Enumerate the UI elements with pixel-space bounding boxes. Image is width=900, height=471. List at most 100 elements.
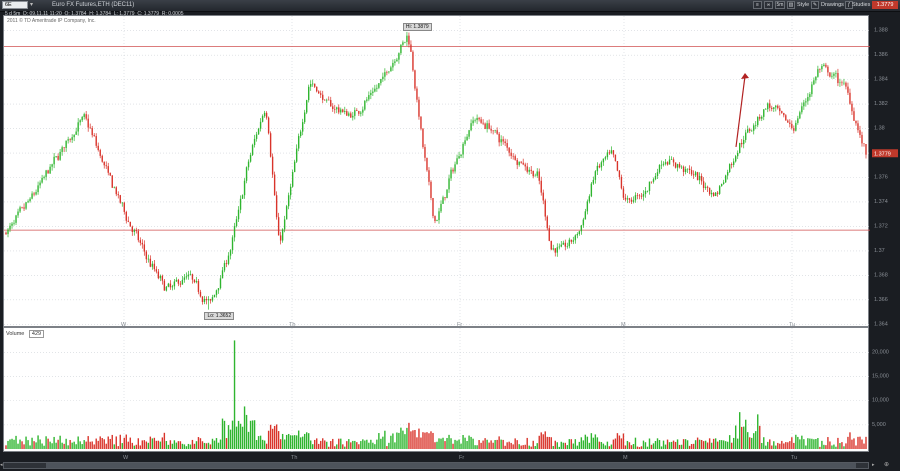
volume-bar bbox=[342, 444, 344, 449]
drawings-icon[interactable]: ✎ bbox=[811, 1, 819, 9]
candle-body bbox=[658, 164, 661, 173]
candle-body bbox=[787, 120, 789, 123]
candle-body bbox=[87, 118, 89, 128]
chevron-down-icon[interactable]: ▾ bbox=[30, 1, 36, 9]
candle-body bbox=[807, 97, 809, 102]
link-icon[interactable]: ∞ bbox=[764, 1, 773, 9]
scroll-right-icon[interactable]: ▸ bbox=[872, 462, 880, 469]
volume-bar bbox=[390, 435, 392, 449]
volume-bar bbox=[352, 440, 354, 449]
chart-scrollbar[interactable] bbox=[3, 462, 869, 469]
volume-bar bbox=[394, 442, 396, 449]
price-chart-panel[interactable]: 2011 © TD Ameritrade IP Company, Inc. WT… bbox=[3, 15, 870, 328]
candle-body bbox=[536, 171, 538, 176]
candle-body bbox=[522, 162, 524, 165]
volume-bar bbox=[442, 437, 444, 449]
volume-bar bbox=[454, 439, 456, 449]
volume-bar bbox=[372, 442, 374, 449]
volume-bar bbox=[281, 433, 284, 449]
candle-body bbox=[478, 117, 480, 120]
price-axis[interactable]: 1.3881.3861.3841.3821.381.3781.3761.3741… bbox=[870, 15, 900, 327]
volume-bar bbox=[11, 438, 13, 449]
volume-bar bbox=[117, 446, 119, 449]
volume-bar bbox=[851, 439, 853, 449]
volume-bar bbox=[229, 429, 232, 449]
candle-body bbox=[442, 197, 444, 204]
volume-bar bbox=[791, 437, 793, 449]
candle-body bbox=[767, 103, 769, 110]
candle-body bbox=[464, 140, 466, 144]
candle-body bbox=[680, 166, 683, 168]
volume-bar bbox=[714, 438, 717, 449]
symbol-input[interactable]: 6E bbox=[2, 1, 28, 9]
price-tick-label: 1.374 bbox=[874, 199, 888, 205]
volume-bar bbox=[378, 433, 380, 449]
volume-bar bbox=[107, 436, 109, 449]
drawings-menu[interactable]: Drawings bbox=[821, 1, 844, 10]
volume-bar bbox=[289, 435, 292, 449]
candle-body bbox=[376, 87, 378, 89]
volume-bar bbox=[257, 436, 260, 449]
scroll-left-icon[interactable]: ◂ bbox=[0, 462, 3, 469]
volume-bar bbox=[173, 440, 176, 449]
candle-body bbox=[568, 239, 571, 247]
candle-body bbox=[310, 84, 312, 87]
candle-body bbox=[646, 190, 649, 192]
candle-body bbox=[51, 164, 53, 167]
candle-body bbox=[616, 161, 619, 171]
candle-body bbox=[219, 278, 222, 289]
settings-icon[interactable]: ≡ bbox=[753, 1, 762, 9]
volume-bar bbox=[131, 442, 133, 449]
candle-body bbox=[763, 109, 765, 117]
candle-body bbox=[169, 283, 172, 288]
candle-body bbox=[720, 183, 723, 187]
volume-axis[interactable]: 20,000 15,000 10,000 5,000 bbox=[870, 327, 900, 452]
candle-body bbox=[354, 110, 356, 116]
candle-body bbox=[117, 194, 119, 196]
candle-body bbox=[59, 151, 61, 160]
candle-body bbox=[336, 107, 338, 110]
candle-body bbox=[143, 244, 146, 252]
candle-body bbox=[328, 99, 330, 101]
volume-bar bbox=[215, 438, 218, 449]
volume-bar bbox=[205, 443, 208, 449]
candle-body bbox=[751, 130, 753, 132]
candle-body bbox=[632, 200, 635, 202]
volume-bar bbox=[69, 439, 71, 449]
candle-body bbox=[532, 170, 534, 177]
volume-bar bbox=[273, 425, 276, 449]
candle-body bbox=[360, 112, 362, 114]
volume-panel[interactable]: Volume 429 bbox=[3, 327, 870, 453]
candle-body bbox=[31, 193, 33, 199]
volume-bar bbox=[616, 433, 619, 449]
candle-body bbox=[835, 73, 837, 74]
volume-bar bbox=[374, 444, 376, 449]
candle-body bbox=[712, 192, 715, 196]
aggregation-button[interactable]: 5m bbox=[775, 1, 785, 9]
time-tick-label: Th bbox=[291, 455, 297, 461]
candle-body bbox=[678, 164, 681, 168]
volume-bar bbox=[191, 439, 194, 449]
candle-body bbox=[747, 129, 749, 133]
scrollbar-thumb[interactable] bbox=[46, 463, 856, 468]
candle-body bbox=[287, 195, 290, 207]
candle-body bbox=[291, 172, 294, 187]
zoom-icon[interactable]: ⊕ bbox=[884, 461, 892, 469]
volume-bar bbox=[730, 442, 733, 449]
candle-body bbox=[865, 144, 867, 155]
style-menu[interactable]: Style bbox=[797, 1, 809, 10]
time-tick-label: Fr bbox=[459, 455, 464, 461]
candle-body bbox=[95, 136, 97, 146]
candle-body bbox=[572, 240, 575, 242]
candle-body bbox=[708, 187, 711, 195]
studies-menu[interactable]: Studies bbox=[852, 1, 870, 10]
candle-body bbox=[648, 181, 651, 191]
volume-bar bbox=[494, 440, 496, 449]
volume-bar bbox=[552, 446, 554, 449]
volume-bar bbox=[362, 439, 364, 449]
style-icon[interactable]: ▥ bbox=[787, 1, 795, 9]
volume-bar bbox=[299, 437, 302, 449]
volume-bar bbox=[133, 445, 135, 449]
volume-bar bbox=[416, 437, 418, 449]
candle-body bbox=[135, 230, 138, 232]
